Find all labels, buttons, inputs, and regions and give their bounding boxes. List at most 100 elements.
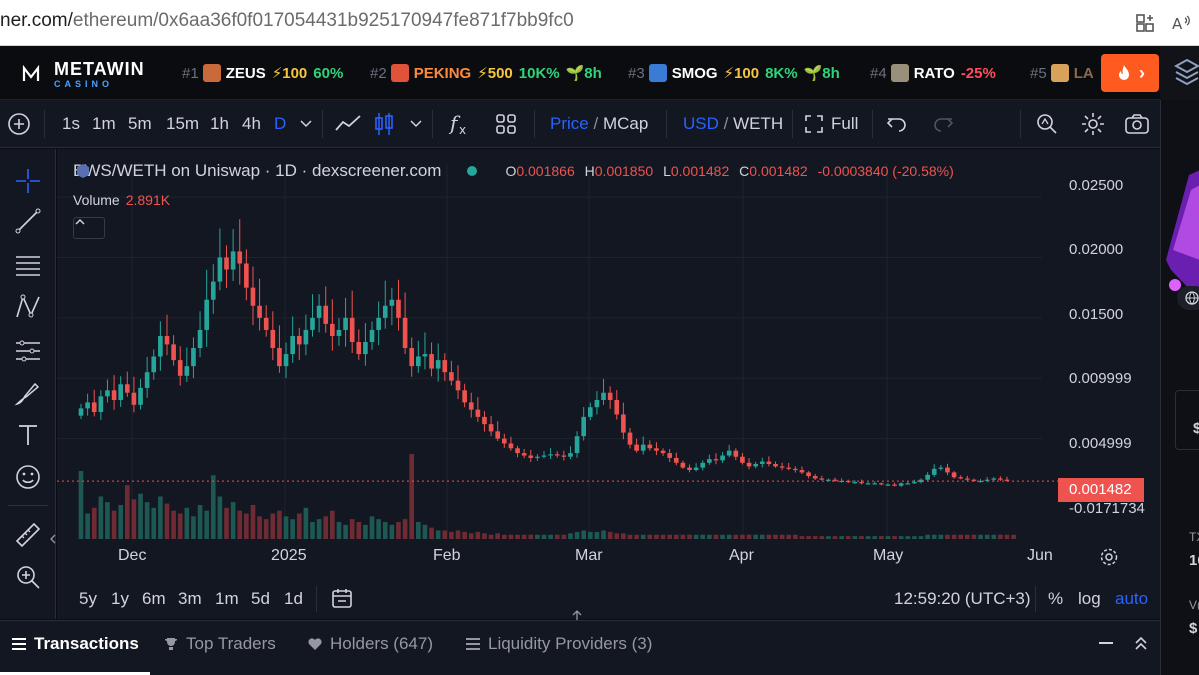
interval-D[interactable]: D xyxy=(274,114,286,134)
interval-15m[interactable]: 15m xyxy=(166,114,199,134)
apps-icon[interactable] xyxy=(1134,12,1156,34)
pattern-icon[interactable] xyxy=(14,293,42,321)
log-scale-toggle[interactable]: log xyxy=(1078,589,1101,609)
volume-bar xyxy=(210,475,216,539)
range-6m[interactable]: 6m xyxy=(142,589,166,609)
metawin-m-icon xyxy=(22,65,40,81)
quick-search-icon[interactable] xyxy=(1035,112,1059,136)
text-tool-icon[interactable] xyxy=(14,421,42,449)
candlestick-chart-svg[interactable] xyxy=(57,149,1160,619)
ticker-item-peking[interactable]: #2 PEKING ⚡500 10K% 🌱8h xyxy=(370,64,602,82)
currency-toggle[interactable]: USD / WETH xyxy=(683,114,783,134)
volume-bar xyxy=(964,534,970,539)
ticker-item-zeus[interactable]: #1 ZEUS ⚡100 60% xyxy=(182,64,349,82)
tab-top-traders[interactable]: Top Traders xyxy=(163,634,276,654)
range-5d[interactable]: 5d xyxy=(251,589,270,609)
read-aloud-icon[interactable]: A xyxy=(1170,12,1192,34)
interval-1s[interactable]: 1s xyxy=(62,114,80,134)
range-5y[interactable]: 5y xyxy=(79,589,97,609)
ticker-item-rato[interactable]: #4 RATO -25% xyxy=(870,64,996,82)
add-symbol-icon[interactable] xyxy=(7,112,31,136)
candle-body xyxy=(396,299,401,318)
tab-liquidity-providers[interactable]: Liquidity Providers (3) xyxy=(465,634,652,654)
volume-bar xyxy=(640,534,646,539)
volume-bar xyxy=(349,519,355,539)
redo-icon[interactable] xyxy=(932,113,954,135)
crosshair-icon[interactable] xyxy=(14,167,42,195)
volume-bar xyxy=(958,534,964,539)
prediction-icon[interactable] xyxy=(14,337,42,365)
ruler-icon[interactable] xyxy=(14,521,42,549)
trend-line-icon[interactable] xyxy=(14,207,42,235)
percent-scale-toggle[interactable]: % xyxy=(1048,589,1063,609)
hot-pairs-button[interactable]: › xyxy=(1101,54,1159,92)
ticker-item-5[interactable]: #5 LA xyxy=(1030,64,1100,82)
undo-icon[interactable] xyxy=(886,113,908,135)
candle-body xyxy=(713,459,719,461)
rato-avatar xyxy=(890,64,909,82)
price-chart[interactable]: BWS/WETH on Uniswap · 1D · dexscreener.c… xyxy=(57,149,1160,619)
layout-grid-icon[interactable] xyxy=(494,112,518,136)
ticker-item-smog[interactable]: #3 SMOG ⚡100 8K% 🌱8h xyxy=(628,64,840,82)
candle-body xyxy=(594,399,600,408)
volume-bar xyxy=(925,534,930,539)
globe-button[interactable] xyxy=(1177,286,1199,310)
weth-option[interactable]: WETH xyxy=(733,114,783,133)
range-3m[interactable]: 3m xyxy=(178,589,202,609)
candle-body xyxy=(740,456,745,463)
auto-scale-toggle[interactable]: auto xyxy=(1115,589,1148,609)
camera-snapshot-icon[interactable] xyxy=(1124,112,1150,136)
indicators-icon[interactable]: fx xyxy=(448,110,472,138)
chart-type-chevron-down-icon[interactable] xyxy=(409,118,423,130)
interval-1m[interactable]: 1m xyxy=(92,114,116,134)
interval-5m[interactable]: 5m xyxy=(128,114,152,134)
interval-4h[interactable]: 4h xyxy=(242,114,261,134)
range-1m[interactable]: 1m xyxy=(215,589,239,609)
emoji-icon[interactable] xyxy=(14,463,42,491)
candle-body xyxy=(879,483,884,485)
usd-option[interactable]: USD xyxy=(683,114,719,133)
browser-address-bar[interactable]: ner.com/ethereum/0x6aa36f0f017054431b925… xyxy=(0,0,1199,46)
side-dollar-mark: $ xyxy=(1193,420,1199,437)
ticker-symbol: SMOG xyxy=(671,64,718,82)
layers-icon[interactable] xyxy=(1174,58,1199,88)
volume-bar xyxy=(720,534,725,539)
brush-icon[interactable] xyxy=(14,379,42,407)
timescale-settings-icon[interactable] xyxy=(1099,547,1119,567)
clock: 12:59:20 (UTC+3) xyxy=(894,589,1031,608)
date-range-calendar-icon[interactable] xyxy=(330,586,354,610)
candles-icon[interactable] xyxy=(372,111,396,137)
expand-up-icon[interactable] xyxy=(1134,635,1148,651)
candle-body xyxy=(587,407,593,417)
price-option[interactable]: Price xyxy=(550,114,589,133)
volume-bar xyxy=(217,496,223,539)
range-1d[interactable]: 1d xyxy=(284,589,303,609)
metawin-logo[interactable]: METAWIN CASINO xyxy=(22,56,145,92)
volume-bar xyxy=(482,533,487,539)
price-mcap-toggle[interactable]: Price / MCap xyxy=(550,114,648,134)
minimize-icon[interactable] xyxy=(1098,641,1114,645)
volume-bar xyxy=(601,530,606,539)
full-button[interactable]: Full xyxy=(831,114,858,134)
volume-bar xyxy=(336,522,342,539)
url-text[interactable]: ner.com/ethereum/0x6aa36f0f017054431b925… xyxy=(0,10,574,32)
fullscreen-icon[interactable] xyxy=(804,114,824,134)
settings-gear-icon[interactable] xyxy=(1080,111,1106,137)
line-chart-icon[interactable] xyxy=(334,112,362,136)
x-tick-label: 2025 xyxy=(271,547,307,564)
volume-bar xyxy=(144,502,150,539)
fib-lines-icon[interactable] xyxy=(14,251,42,279)
mcap-option[interactable]: MCap xyxy=(603,114,648,133)
tab-holders[interactable]: Holders (647) xyxy=(307,634,433,654)
close-label: C xyxy=(739,163,750,179)
collapse-sidebar-icon[interactable] xyxy=(49,533,57,545)
tab-transactions[interactable]: Transactions xyxy=(11,634,139,654)
range-1y[interactable]: 1y xyxy=(111,589,129,609)
interval-chevron-down-icon[interactable] xyxy=(299,118,313,130)
collapse-legend-button[interactable] xyxy=(73,217,105,239)
zoom-in-icon[interactable] xyxy=(14,563,42,591)
volume-bar xyxy=(627,534,633,539)
interval-1h[interactable]: 1h xyxy=(210,114,229,134)
candle-body xyxy=(601,392,606,400)
volume-bar xyxy=(184,507,190,539)
